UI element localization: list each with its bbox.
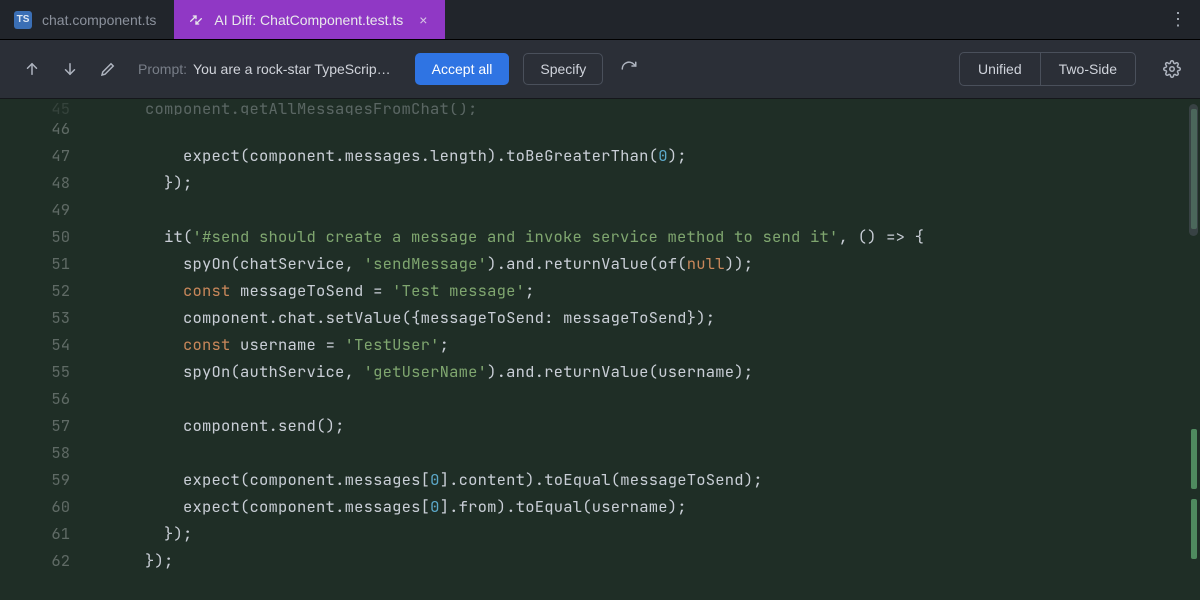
edit-prompt-icon[interactable] bbox=[96, 57, 120, 81]
code-line[interactable]: it('#send should create a message and in… bbox=[88, 223, 1200, 250]
code-line[interactable]: spyOn(chatService, 'sendMessage').and.re… bbox=[88, 250, 1200, 277]
code-line[interactable]: spyOn(authService, 'getUserName').and.re… bbox=[88, 358, 1200, 385]
change-marker[interactable] bbox=[1191, 499, 1197, 559]
specify-button[interactable]: Specify bbox=[523, 53, 603, 85]
code-line[interactable]: const messageToSend = 'Test message'; bbox=[88, 277, 1200, 304]
close-icon[interactable]: × bbox=[419, 12, 427, 28]
code-line[interactable]: expect(component.messages[0].from).toEqu… bbox=[88, 493, 1200, 520]
tab-overflow-menu[interactable]: ⋮ bbox=[1156, 0, 1200, 39]
line-number: 46 bbox=[0, 115, 70, 142]
line-number: 54 bbox=[0, 331, 70, 358]
code-line[interactable] bbox=[88, 439, 1200, 466]
code-line[interactable]: component.chat.setValue({messageToSend: … bbox=[88, 304, 1200, 331]
line-number: 47 bbox=[0, 142, 70, 169]
tab-chat-component[interactable]: TS chat.component.ts bbox=[0, 0, 174, 39]
line-number: 62 bbox=[0, 547, 70, 574]
line-number: 51 bbox=[0, 250, 70, 277]
code-line[interactable] bbox=[88, 196, 1200, 223]
code-line[interactable]: const username = 'TestUser'; bbox=[88, 331, 1200, 358]
code-editor[interactable]: 454647484950515253545556575859606162 com… bbox=[0, 99, 1200, 600]
ts-file-icon: TS bbox=[14, 11, 32, 29]
line-number: 55 bbox=[0, 358, 70, 385]
line-number: 59 bbox=[0, 466, 70, 493]
gear-icon[interactable] bbox=[1160, 57, 1184, 81]
tab-label: AI Diff: ChatComponent.test.ts bbox=[214, 12, 403, 28]
accept-all-button[interactable]: Accept all bbox=[415, 53, 510, 85]
code-line[interactable]: }); bbox=[88, 547, 1200, 574]
scrollbar-thumb[interactable] bbox=[1189, 104, 1198, 236]
code-content[interactable]: component.getAllMessagesFromChat(); expe… bbox=[88, 99, 1200, 600]
line-number: 57 bbox=[0, 412, 70, 439]
diff-view-toggle: Unified Two-Side bbox=[959, 52, 1136, 86]
prompt-label: Prompt: bbox=[138, 61, 187, 77]
view-unified-button[interactable]: Unified bbox=[960, 53, 1040, 85]
code-line[interactable] bbox=[88, 385, 1200, 412]
code-line[interactable]: }); bbox=[88, 169, 1200, 196]
code-line[interactable]: component.send(); bbox=[88, 412, 1200, 439]
line-number: 52 bbox=[0, 277, 70, 304]
line-number: 49 bbox=[0, 196, 70, 223]
code-line[interactable] bbox=[88, 115, 1200, 142]
tab-bar: TS chat.component.ts AI Diff: ChatCompon… bbox=[0, 0, 1200, 40]
tab-label: chat.component.ts bbox=[42, 12, 156, 28]
view-two-side-button[interactable]: Two-Side bbox=[1040, 53, 1135, 85]
tab-ai-diff[interactable]: AI Diff: ChatComponent.test.ts × bbox=[174, 0, 445, 39]
code-line[interactable]: expect(component.messages[0].content).to… bbox=[88, 466, 1200, 493]
next-change-icon[interactable] bbox=[58, 57, 82, 81]
line-number: 58 bbox=[0, 439, 70, 466]
ai-diff-icon bbox=[188, 12, 204, 28]
line-number-gutter: 454647484950515253545556575859606162 bbox=[0, 99, 88, 600]
line-number: 53 bbox=[0, 304, 70, 331]
line-number: 60 bbox=[0, 493, 70, 520]
line-number: 61 bbox=[0, 520, 70, 547]
diff-toolbar: Prompt: You are a rock-star TypeScrip… A… bbox=[0, 40, 1200, 99]
prompt-text: You are a rock-star TypeScrip… bbox=[193, 61, 391, 77]
line-number: 48 bbox=[0, 169, 70, 196]
regenerate-icon[interactable] bbox=[617, 57, 641, 81]
change-marker[interactable] bbox=[1191, 429, 1197, 489]
line-number: 56 bbox=[0, 385, 70, 412]
code-line[interactable]: }); bbox=[88, 520, 1200, 547]
prompt-display[interactable]: Prompt: You are a rock-star TypeScrip… bbox=[138, 61, 391, 77]
line-number: 50 bbox=[0, 223, 70, 250]
prev-change-icon[interactable] bbox=[20, 57, 44, 81]
code-line[interactable]: expect(component.messages.length).toBeGr… bbox=[88, 142, 1200, 169]
